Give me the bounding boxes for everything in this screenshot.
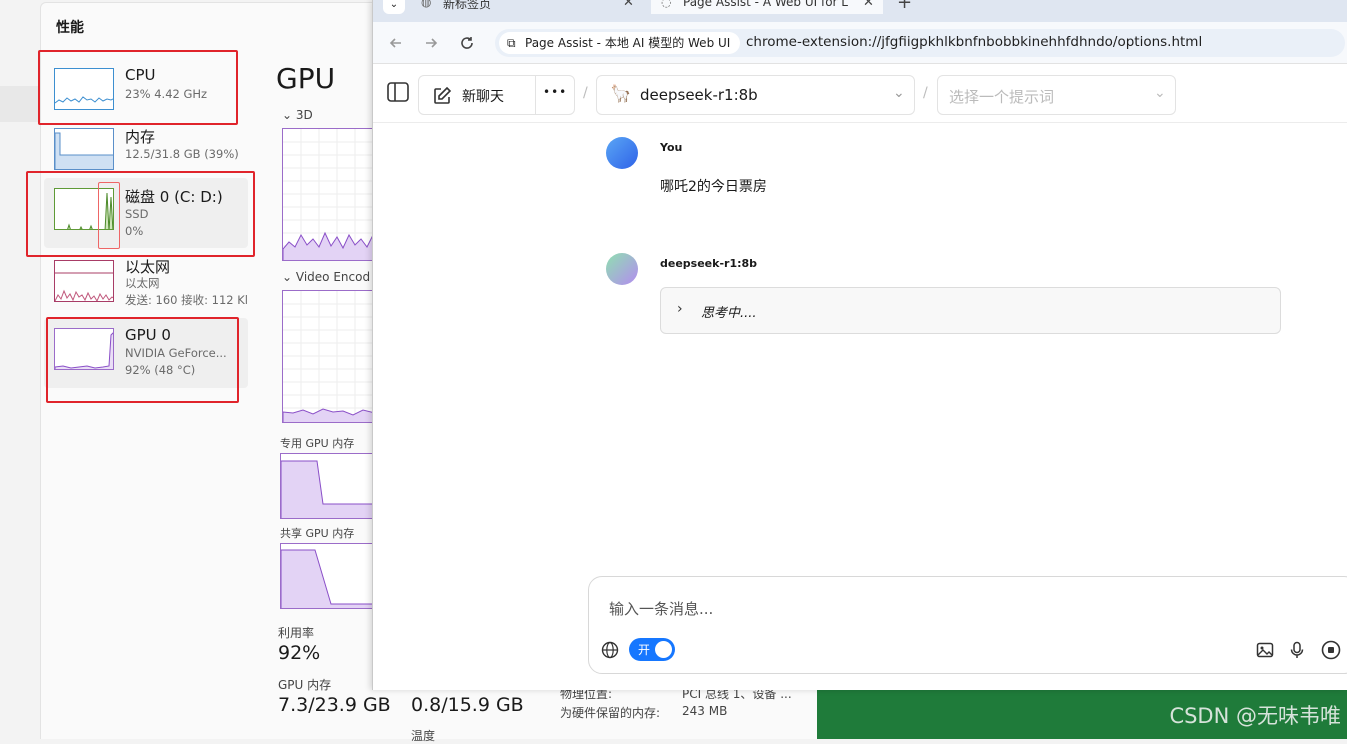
- prompt-select-placeholder: 选择一个提示词: [949, 88, 1055, 106]
- image-upload-icon[interactable]: [1254, 639, 1276, 661]
- separator: /: [583, 85, 588, 101]
- toggle-label: 开: [638, 643, 651, 657]
- shared-gpu-memory-label: 共享 GPU 内存: [280, 527, 355, 540]
- engine-3d-label[interactable]: ⌄ 3D: [282, 108, 313, 122]
- chevron-down-icon: ⌄: [282, 108, 293, 122]
- message-author: deepseek-r1:8b: [660, 257, 758, 270]
- tab-page-assist[interactable]: ◌ Page Assist - A Web UI for L ✕: [651, 0, 883, 14]
- tab-search-icon[interactable]: ⌄: [383, 0, 405, 14]
- perf-item-type: 以太网: [125, 276, 160, 290]
- edit-icon: [434, 86, 452, 104]
- arrow-right-icon: [426, 38, 438, 48]
- gpu-video-encode-graph: [282, 290, 374, 423]
- new-tab-plus-icon[interactable]: +: [897, 0, 912, 13]
- reserved-memory-value: 243 MB: [682, 704, 728, 718]
- globe-icon: ◍: [421, 0, 432, 9]
- extension-chat-icon: ◌: [661, 0, 672, 9]
- message-input[interactable]: [609, 597, 1309, 621]
- page-title: 性能: [56, 20, 84, 36]
- memory-thumbnail-graph: [54, 128, 114, 170]
- tab-strip: ⌄ ◍ 新标签页 ✕ ◌ Page Assist - A Web UI for …: [373, 0, 1347, 22]
- divider: [535, 76, 536, 114]
- message-author: You: [660, 141, 683, 154]
- forward-button[interactable]: [420, 32, 442, 54]
- app-header: 新聊天 ••• / 🦙 deepseek-r1:8b ⌄ / 选择一个提示词 ⌄: [373, 65, 1347, 123]
- chevron-down-icon: ⌄: [893, 85, 905, 101]
- utilization-label: 利用率: [278, 626, 315, 640]
- perf-item-value: 发送: 160 接收: 112 Kl: [125, 293, 249, 307]
- perf-item-ethernet[interactable]: 以太网 以太网 发送: 160 接收: 112 Kl: [44, 254, 248, 320]
- reload-icon: [461, 37, 473, 49]
- perf-item-label: 以太网: [125, 258, 171, 276]
- gpu-3d-graph: [282, 128, 374, 261]
- assistant-avatar: [606, 253, 638, 285]
- utilization-value: 92%: [278, 642, 321, 664]
- back-button[interactable]: [385, 32, 407, 54]
- llama-icon: 🦙: [610, 84, 632, 104]
- prompt-select[interactable]: 选择一个提示词 ⌄: [937, 75, 1176, 115]
- temperature-label: 温度: [411, 729, 436, 743]
- more-options-button[interactable]: •••: [543, 85, 567, 99]
- highlight-box-cpu: [38, 50, 238, 125]
- perf-item-label: 内存: [125, 128, 156, 146]
- highlight-box-disk: [26, 171, 255, 257]
- shared-gpu-memory-graph: [280, 543, 374, 609]
- stop-icon[interactable]: [1320, 639, 1342, 661]
- thinking-label: 思考中....: [701, 306, 757, 321]
- tab-new-tab[interactable]: ◍ 新标签页 ✕: [421, 0, 641, 14]
- address-bar[interactable]: ⧉ Page Assist - 本地 AI 模型的 Web UI chrome-…: [495, 29, 1345, 57]
- detail-heading: GPU: [276, 62, 336, 95]
- watermark: CSDN @无味韦唯: [1169, 704, 1341, 728]
- close-icon[interactable]: ✕: [623, 0, 634, 10]
- tab-label: 新标签页: [443, 0, 492, 11]
- site-info-chip[interactable]: ⧉ Page Assist - 本地 AI 模型的 Web UI: [499, 32, 741, 54]
- message-text: 哪吒2的今日票房: [660, 179, 767, 195]
- new-chat-label: 新聊天: [462, 89, 504, 105]
- browser-window: ⌄ ◍ 新标签页 ✕ ◌ Page Assist - A Web UI for …: [372, 0, 1347, 690]
- gpu-memory-label: GPU 内存: [278, 678, 332, 692]
- shared-memory-value: 0.8/15.9 GB: [411, 694, 524, 716]
- web-search-globe-icon[interactable]: [599, 639, 621, 661]
- dedicated-gpu-memory-label: 专用 GPU 内存: [280, 437, 355, 450]
- separator: /: [923, 85, 928, 101]
- browser-toolbar: ⧉ Page Assist - 本地 AI 模型的 Web UI chrome-…: [373, 22, 1347, 64]
- new-chat-group: 新聊天 •••: [418, 75, 575, 115]
- url-text[interactable]: chrome-extension://jfgfiigpkhlkbnfnbobbk…: [746, 34, 1202, 50]
- chevron-down-icon: ⌄: [1154, 85, 1166, 101]
- tm-nav-selected-strip[interactable]: [0, 86, 40, 122]
- gpu-memory-value: 7.3/23.9 GB: [278, 694, 391, 716]
- highlight-box-disk-spike: [98, 182, 120, 249]
- model-select[interactable]: 🦙 deepseek-r1:8b ⌄: [596, 75, 915, 115]
- dedicated-gpu-memory-graph: [280, 453, 374, 519]
- extension-puzzle-icon: ⧉: [507, 36, 516, 50]
- chevron-down-icon: ⌄: [282, 270, 293, 284]
- reload-button[interactable]: [456, 32, 478, 54]
- engine-video-label[interactable]: ⌄ Video Encod: [282, 270, 370, 284]
- arrow-left-icon: [389, 38, 401, 48]
- new-chat-button[interactable]: 新聊天: [419, 76, 534, 114]
- perf-item-value: 12.5/31.8 GB (39%): [125, 147, 239, 161]
- tab-label: Page Assist - A Web UI for L: [683, 0, 848, 9]
- ethernet-thumbnail-graph: [54, 260, 114, 302]
- model-select-value: deepseek-r1:8b: [640, 86, 758, 104]
- toggle-knob: [655, 641, 672, 658]
- message-composer: 开: [588, 576, 1347, 674]
- thinking-collapsible[interactable]: › 思考中....: [660, 287, 1281, 334]
- microphone-icon[interactable]: [1286, 639, 1308, 661]
- site-chip-label: Page Assist - 本地 AI 模型的 Web UI: [525, 36, 731, 50]
- chevron-right-icon: ›: [677, 301, 683, 317]
- web-search-toggle[interactable]: 开: [629, 638, 675, 661]
- reserved-memory-label: 为硬件保留的内存:: [560, 706, 661, 720]
- close-icon[interactable]: ✕: [863, 0, 874, 10]
- user-avatar: [606, 137, 638, 169]
- highlight-box-gpu: [46, 317, 239, 403]
- sidebar-toggle-icon[interactable]: [387, 82, 409, 106]
